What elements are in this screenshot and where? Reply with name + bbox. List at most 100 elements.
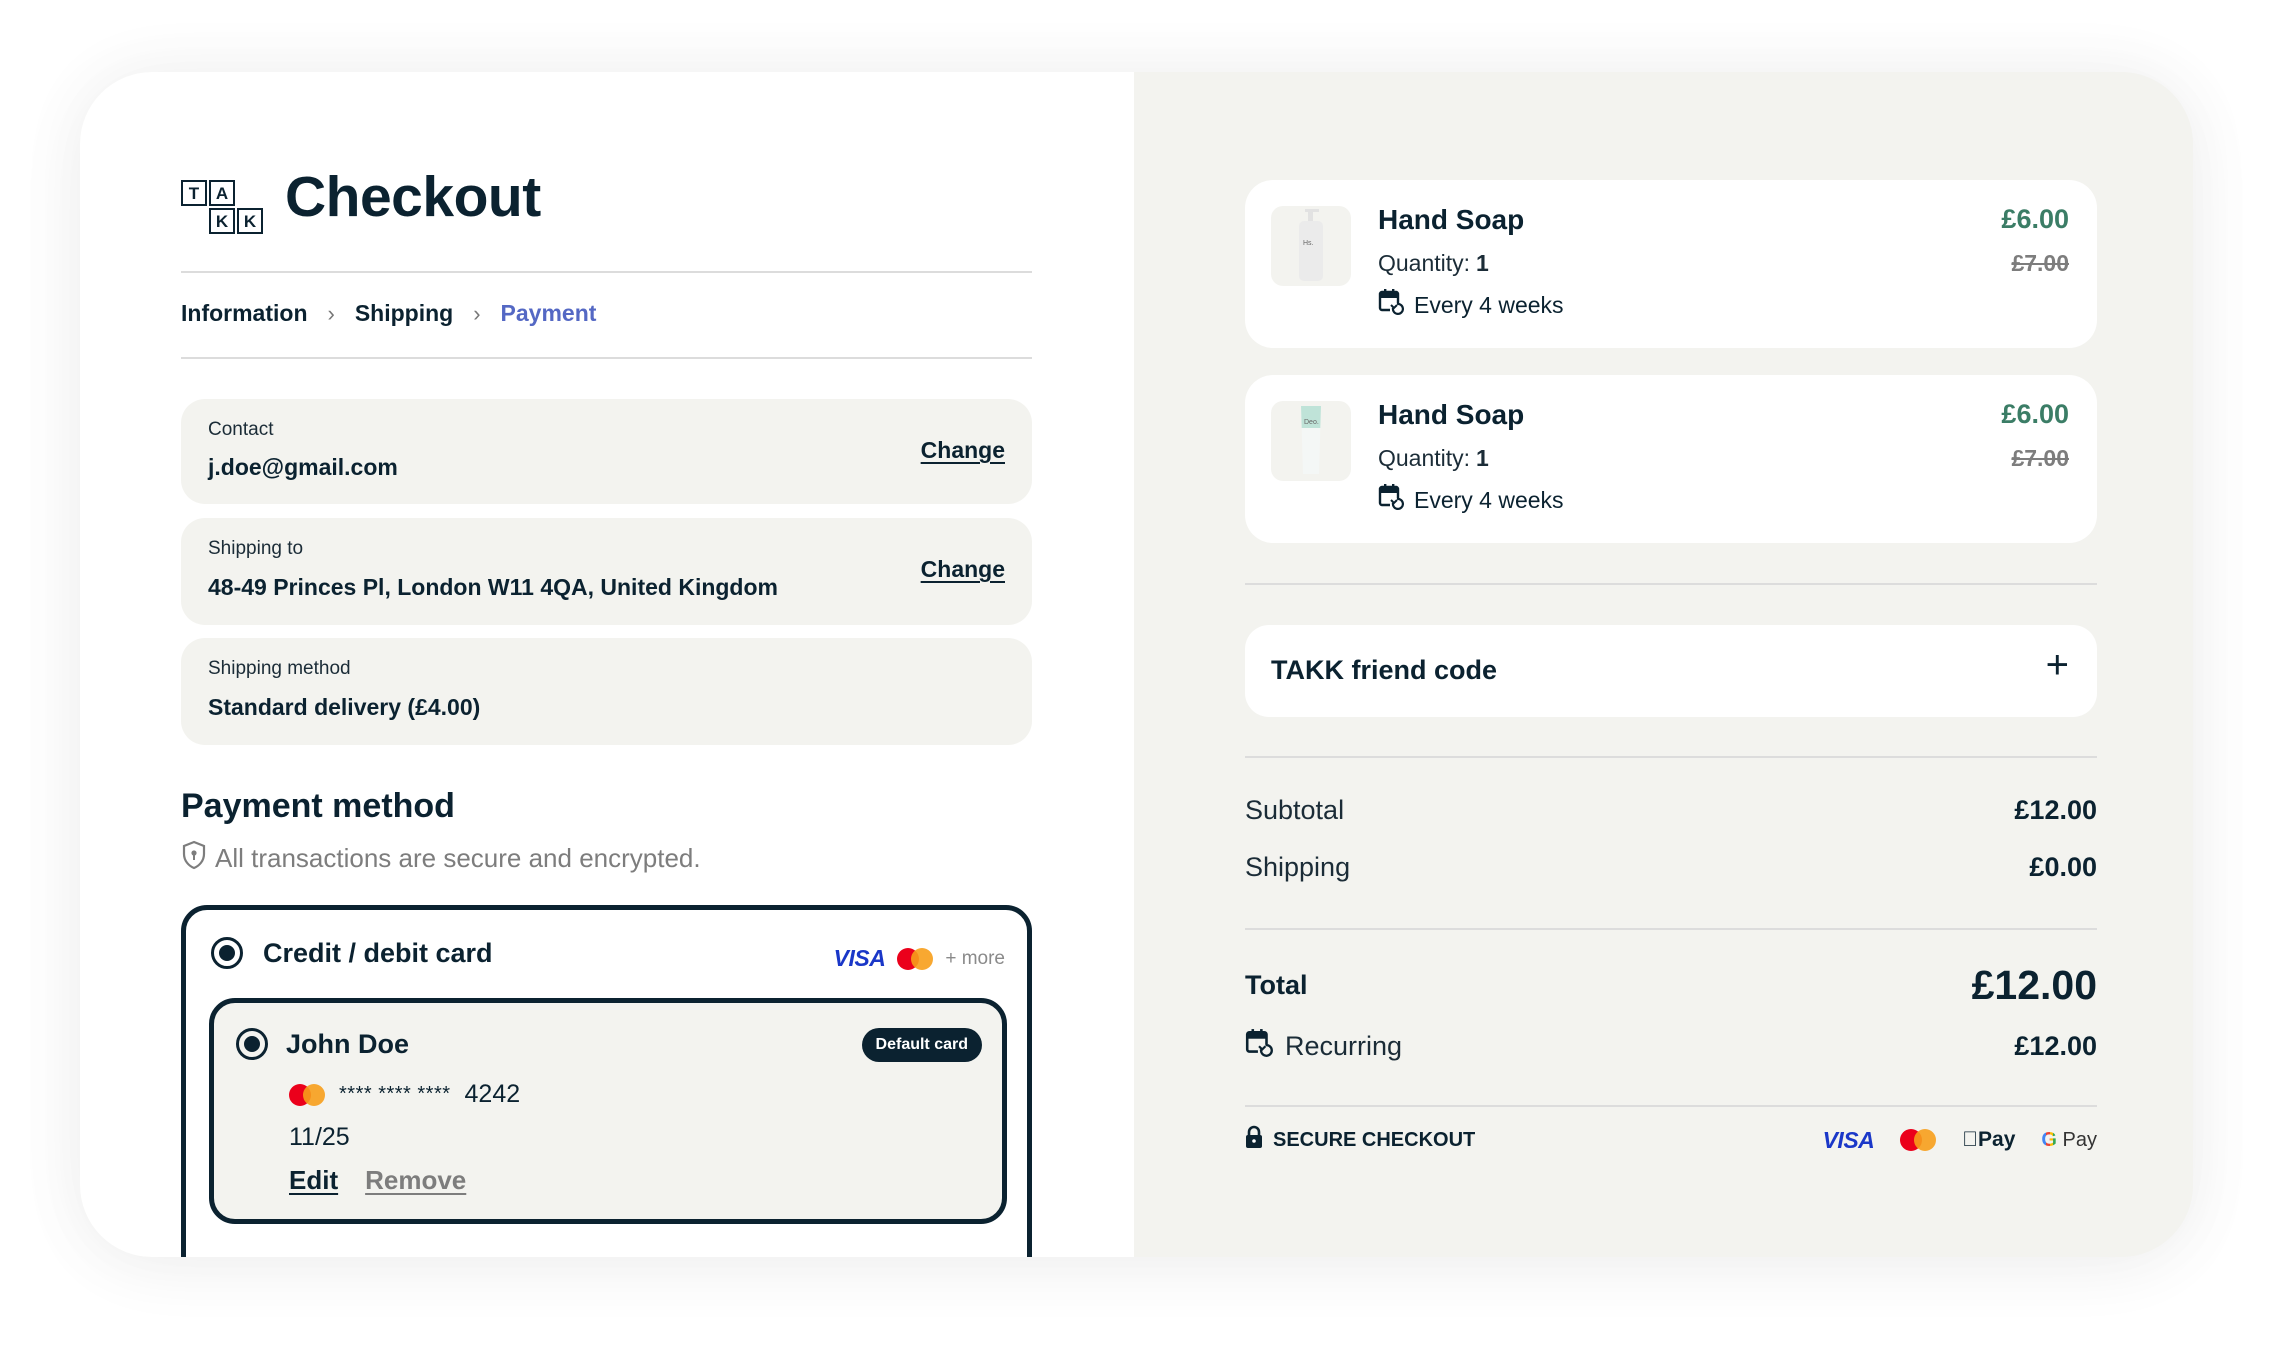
- divider: [181, 357, 1032, 359]
- calendar-repeat-icon: [1245, 1028, 1273, 1065]
- shipping-method-summary: Shipping method Standard delivery (£4.00…: [181, 638, 1032, 745]
- product-name: Hand Soap: [1378, 204, 1525, 235]
- page-title: Checkout: [285, 165, 541, 229]
- card-option-label: Credit / debit card: [263, 937, 493, 968]
- quantity-value: 1: [1476, 445, 1489, 471]
- total-value: £12.00: [1971, 962, 2097, 1008]
- logo-letter: K: [209, 208, 235, 234]
- breadcrumb-information[interactable]: Information: [181, 300, 308, 327]
- product-image: Hs.: [1271, 206, 1351, 286]
- cardholder-name: John Doe: [286, 1028, 410, 1059]
- product-price: £6.00: [2001, 399, 2069, 429]
- shield-icon: [181, 840, 207, 877]
- edit-card-link[interactable]: Edit: [289, 1165, 338, 1196]
- security-note: All transactions are secure and encrypte…: [181, 840, 701, 877]
- shipping-method-value: Standard delivery (£4.00): [208, 694, 481, 720]
- shipping-label: Shipping: [1245, 852, 1351, 882]
- security-note-text: All transactions are secure and encrypte…: [215, 843, 701, 873]
- total-label: Total: [1245, 970, 1308, 1000]
- shipping-row: Shipping £0.00: [1245, 852, 2097, 883]
- default-card-badge: Default card: [861, 1028, 982, 1062]
- logo-letter: T: [181, 180, 207, 206]
- shipping-to-label: Shipping to: [208, 538, 304, 559]
- contact-summary: Contact j.doe@gmail.com Change: [181, 399, 1032, 504]
- subscription-frequency: Every 4 weeks: [1378, 483, 1564, 517]
- subtotal-row: Subtotal £12.00: [1245, 795, 2097, 826]
- google-pay-icon: G Pay: [2041, 1128, 2097, 1151]
- takk-logo: T A K K: [181, 180, 267, 236]
- visa-icon: VISA: [833, 945, 886, 971]
- saved-card[interactable]: John Doe Default card **** **** **** 424…: [209, 998, 1007, 1224]
- divider: [1245, 756, 2097, 758]
- svg-text:Hs.: Hs.: [1303, 240, 1314, 247]
- order-summary-panel: Hs. Hand Soap Quantity: 1 Every 4 weeks £…: [1134, 72, 2193, 1257]
- product-original-price: £7.00: [2011, 250, 2069, 276]
- saved-card-radio[interactable]: [236, 1028, 268, 1060]
- frequency-text: Every 4 weeks: [1414, 486, 1564, 513]
- card-option-radio[interactable]: [211, 937, 243, 969]
- product-image: Deo.: [1271, 401, 1351, 481]
- product-original-price: £7.00: [2011, 445, 2069, 471]
- shipping-value: £0.00: [2029, 852, 2097, 882]
- logo-letter: K: [237, 208, 263, 234]
- breadcrumb: Information › Shipping › Payment: [181, 300, 596, 327]
- breadcrumb-shipping[interactable]: Shipping: [355, 300, 453, 327]
- svg-text:Deo.: Deo.: [1304, 419, 1319, 426]
- divider: [181, 271, 1032, 273]
- calendar-repeat-icon: [1378, 483, 1404, 517]
- divider: [1245, 1105, 2097, 1107]
- cart-item: Deo. Hand Soap Quantity: 1 Every 4 weeks …: [1245, 375, 2097, 543]
- quantity-value: 1: [1476, 250, 1489, 276]
- card-payment-option[interactable]: Credit / debit card VISA + more John Doe…: [181, 905, 1032, 1257]
- card-expiry: 11/25: [289, 1123, 350, 1151]
- saved-card-header[interactable]: John Doe: [236, 1028, 409, 1060]
- mastercard-icon: [897, 947, 934, 970]
- more-brands-label: + more: [945, 947, 1005, 969]
- card-option-header[interactable]: Credit / debit card: [211, 937, 493, 969]
- subscription-frequency: Every 4 weeks: [1378, 288, 1564, 322]
- plus-icon[interactable]: +: [2046, 645, 2069, 685]
- payment-method-heading: Payment method: [181, 787, 455, 825]
- contact-value: j.doe@gmail.com: [208, 454, 398, 480]
- change-shipping-link[interactable]: Change: [921, 556, 1005, 583]
- card-last4: 4242: [464, 1080, 521, 1108]
- change-contact-link[interactable]: Change: [921, 437, 1005, 464]
- mastercard-icon: [289, 1083, 325, 1106]
- secure-checkout-footer: SECURE CHECKOUT VISA Pay G Pay: [1245, 1125, 2097, 1155]
- checkout-frame: T A K K Checkout Information › Shipping …: [80, 72, 2193, 1257]
- recurring-row: Recurring £12.00: [1245, 1028, 2097, 1065]
- lock-icon: [1245, 1125, 1263, 1155]
- visa-icon: VISA: [1822, 1126, 1875, 1153]
- quantity-label: Quantity:: [1378, 250, 1471, 276]
- product-quantity: Quantity: 1: [1378, 250, 1489, 277]
- friend-code-toggle[interactable]: TAKK friend code +: [1245, 625, 2097, 717]
- secure-checkout-label-wrap: SECURE CHECKOUT: [1245, 1125, 1475, 1155]
- product-price: £6.00: [2001, 204, 2069, 234]
- card-actions: Edit Remove: [289, 1165, 466, 1196]
- secure-checkout-label: SECURE CHECKOUT: [1273, 1128, 1476, 1151]
- logo-letter: A: [209, 180, 235, 206]
- cart-item: Hs. Hand Soap Quantity: 1 Every 4 weeks £…: [1245, 180, 2097, 348]
- recurring-label: Recurring: [1285, 1031, 1403, 1061]
- card-number-mask: **** **** ****: [339, 1083, 451, 1105]
- payment-brands: VISA Pay G Pay: [1823, 1127, 2097, 1154]
- total-row: Total £12.00: [1245, 962, 2097, 1009]
- accepted-brands: VISA + more: [834, 945, 1005, 972]
- subtotal-value: £12.00: [2014, 795, 2097, 825]
- card-number: **** **** **** 4242: [289, 1080, 520, 1109]
- mastercard-icon: [1900, 1129, 1937, 1151]
- product-name: Hand Soap: [1378, 399, 1525, 430]
- chevron-right-icon: ›: [327, 300, 335, 326]
- divider: [1245, 928, 2097, 930]
- shipping-to-value: 48-49 Princes Pl, London W11 4QA, United…: [208, 574, 778, 600]
- shipping-method-label: Shipping method: [208, 658, 351, 679]
- chevron-right-icon: ›: [473, 300, 481, 326]
- remove-card-link[interactable]: Remove: [365, 1165, 466, 1196]
- divider: [1245, 583, 2097, 585]
- friend-code-label: TAKK friend code: [1271, 655, 1498, 685]
- product-quantity: Quantity: 1: [1378, 445, 1489, 472]
- calendar-repeat-icon: [1378, 288, 1404, 322]
- recurring-value: £12.00: [2014, 1031, 2097, 1061]
- frequency-text: Every 4 weeks: [1414, 291, 1564, 318]
- checkout-form-panel: T A K K Checkout Information › Shipping …: [80, 72, 1134, 1257]
